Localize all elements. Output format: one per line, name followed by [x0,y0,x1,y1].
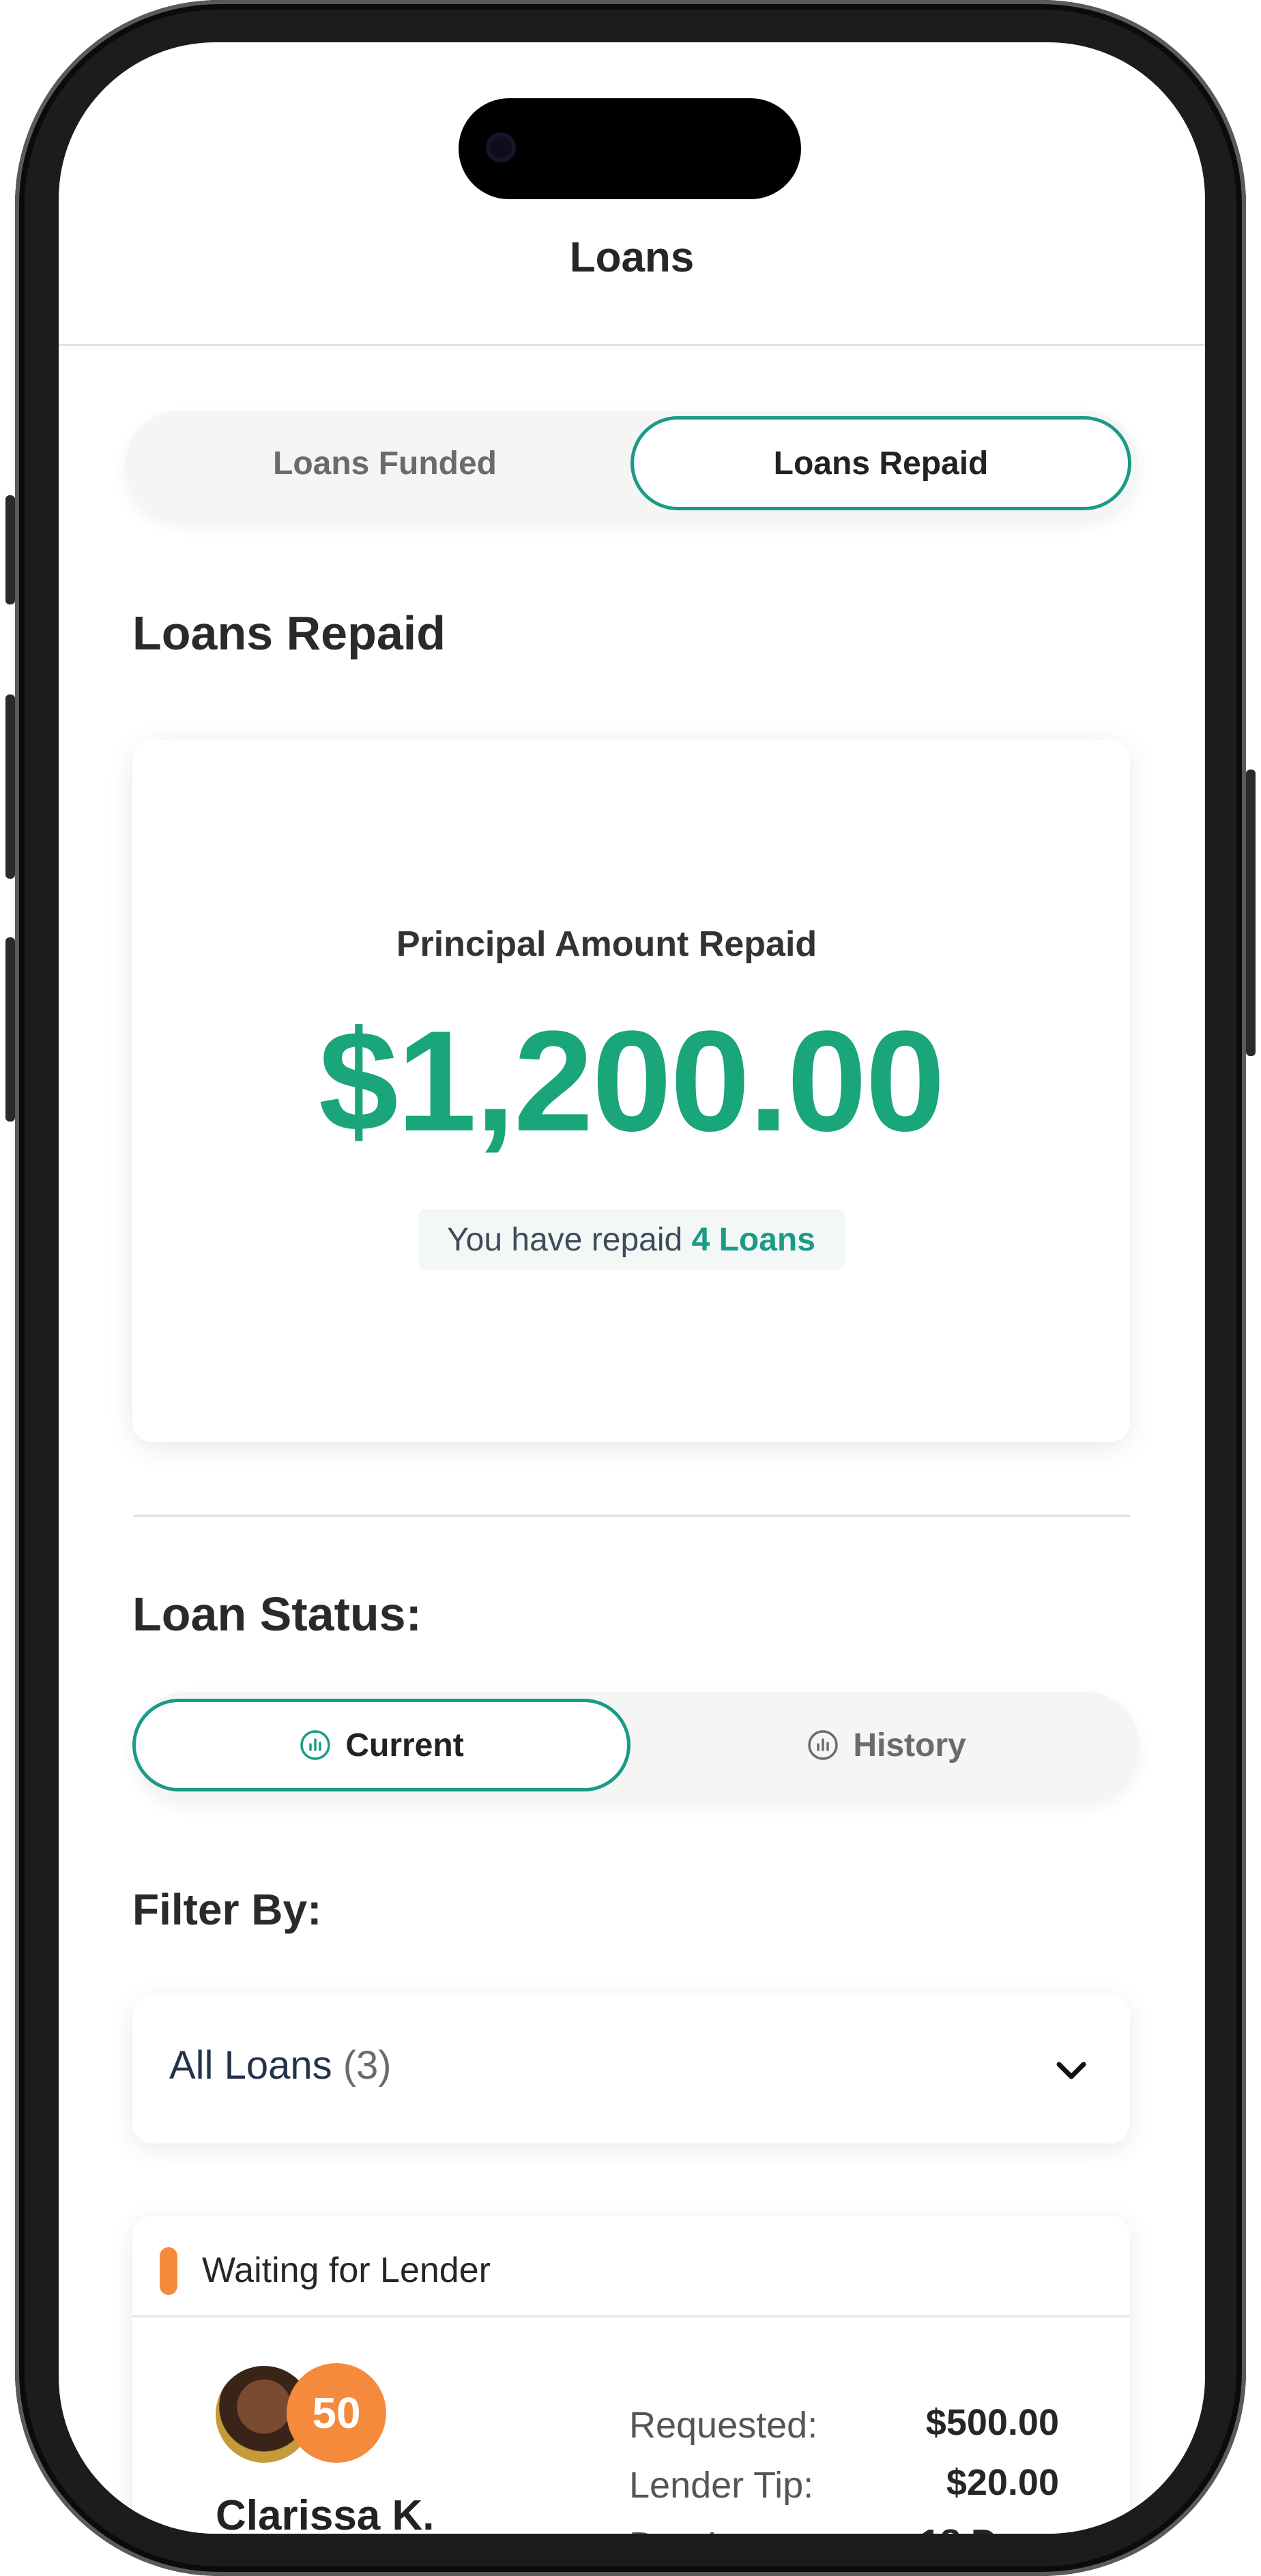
filter-heading: Filter By: [132,1885,322,1934]
page-title: Loans [569,234,695,281]
due-in-value: 18 Days [920,2521,1059,2534]
repaid-count: 4 Loans [691,1221,815,1258]
volume-up-button [5,694,15,879]
tab-loans-funded-label: Loans Funded [273,445,497,482]
loan-filter-dropdown[interactable]: All Loans (3) [132,1995,1130,2143]
section-divider [134,1514,1130,1517]
loan-card[interactable]: Waiting for Lender 50 Clarissa K. Reques… [132,2216,1130,2534]
tab-current[interactable]: Current [132,1699,630,1791]
loans-tab-switcher: Loans Funded Loans Repaid [126,411,1138,518]
repaid-count-prefix: You have repaid [447,1221,692,1258]
status-indicator [160,2247,177,2295]
tab-current-label: Current [345,1727,464,1763]
requested-label: Requested: [629,2405,818,2446]
loan-status-heading: Loan Status: [132,1587,422,1641]
repaid-count-pill: You have repaid 4 Loans [418,1209,845,1270]
tab-loans-funded[interactable]: Loans Funded [149,416,621,510]
summary-label: Principal Amount Repaid [396,924,817,964]
phone-screen: Loans Loans Funded Loans Repaid Loans Re… [59,42,1205,2534]
summary-heading: Loans Repaid [132,606,446,660]
tab-loans-repaid-label: Loans Repaid [773,445,989,482]
loan-status-text: Waiting for Lender [202,2251,491,2290]
dropdown-selected: All Loans (3) [169,2043,392,2088]
dropdown-count: (3) [343,2043,392,2088]
volume-down-button [5,937,15,1122]
lender-tip-value: $20.00 [946,2462,1059,2503]
tab-history-label: History [853,1727,966,1763]
repaid-amount: $1,200.00 [318,1001,945,1161]
borrower-name: Clarissa K. [216,2492,435,2534]
header-divider [59,344,1205,346]
tab-loans-repaid[interactable]: Loans Repaid [630,416,1131,510]
chart-icon [300,1730,331,1760]
camera-icon [486,132,516,162]
credit-score-badge: 50 [287,2363,386,2463]
dropdown-selected-value: All Loans [169,2043,332,2088]
due-in-label: Due In: [629,2524,748,2534]
tab-history[interactable]: History [637,1699,1135,1791]
repaid-summary-card: Principal Amount Repaid $1,200.00 You ha… [132,740,1130,1442]
dynamic-island [459,98,801,199]
chart-icon [808,1730,839,1760]
loan-card-divider [132,2315,1130,2317]
lender-tip-label: Lender Tip: [629,2465,814,2506]
requested-value: $500.00 [925,2402,1059,2443]
chevron-down-icon [1056,2062,1086,2079]
power-button [1246,770,1256,1056]
loan-status-switcher: Current History [132,1692,1140,1800]
action-button [5,495,15,604]
